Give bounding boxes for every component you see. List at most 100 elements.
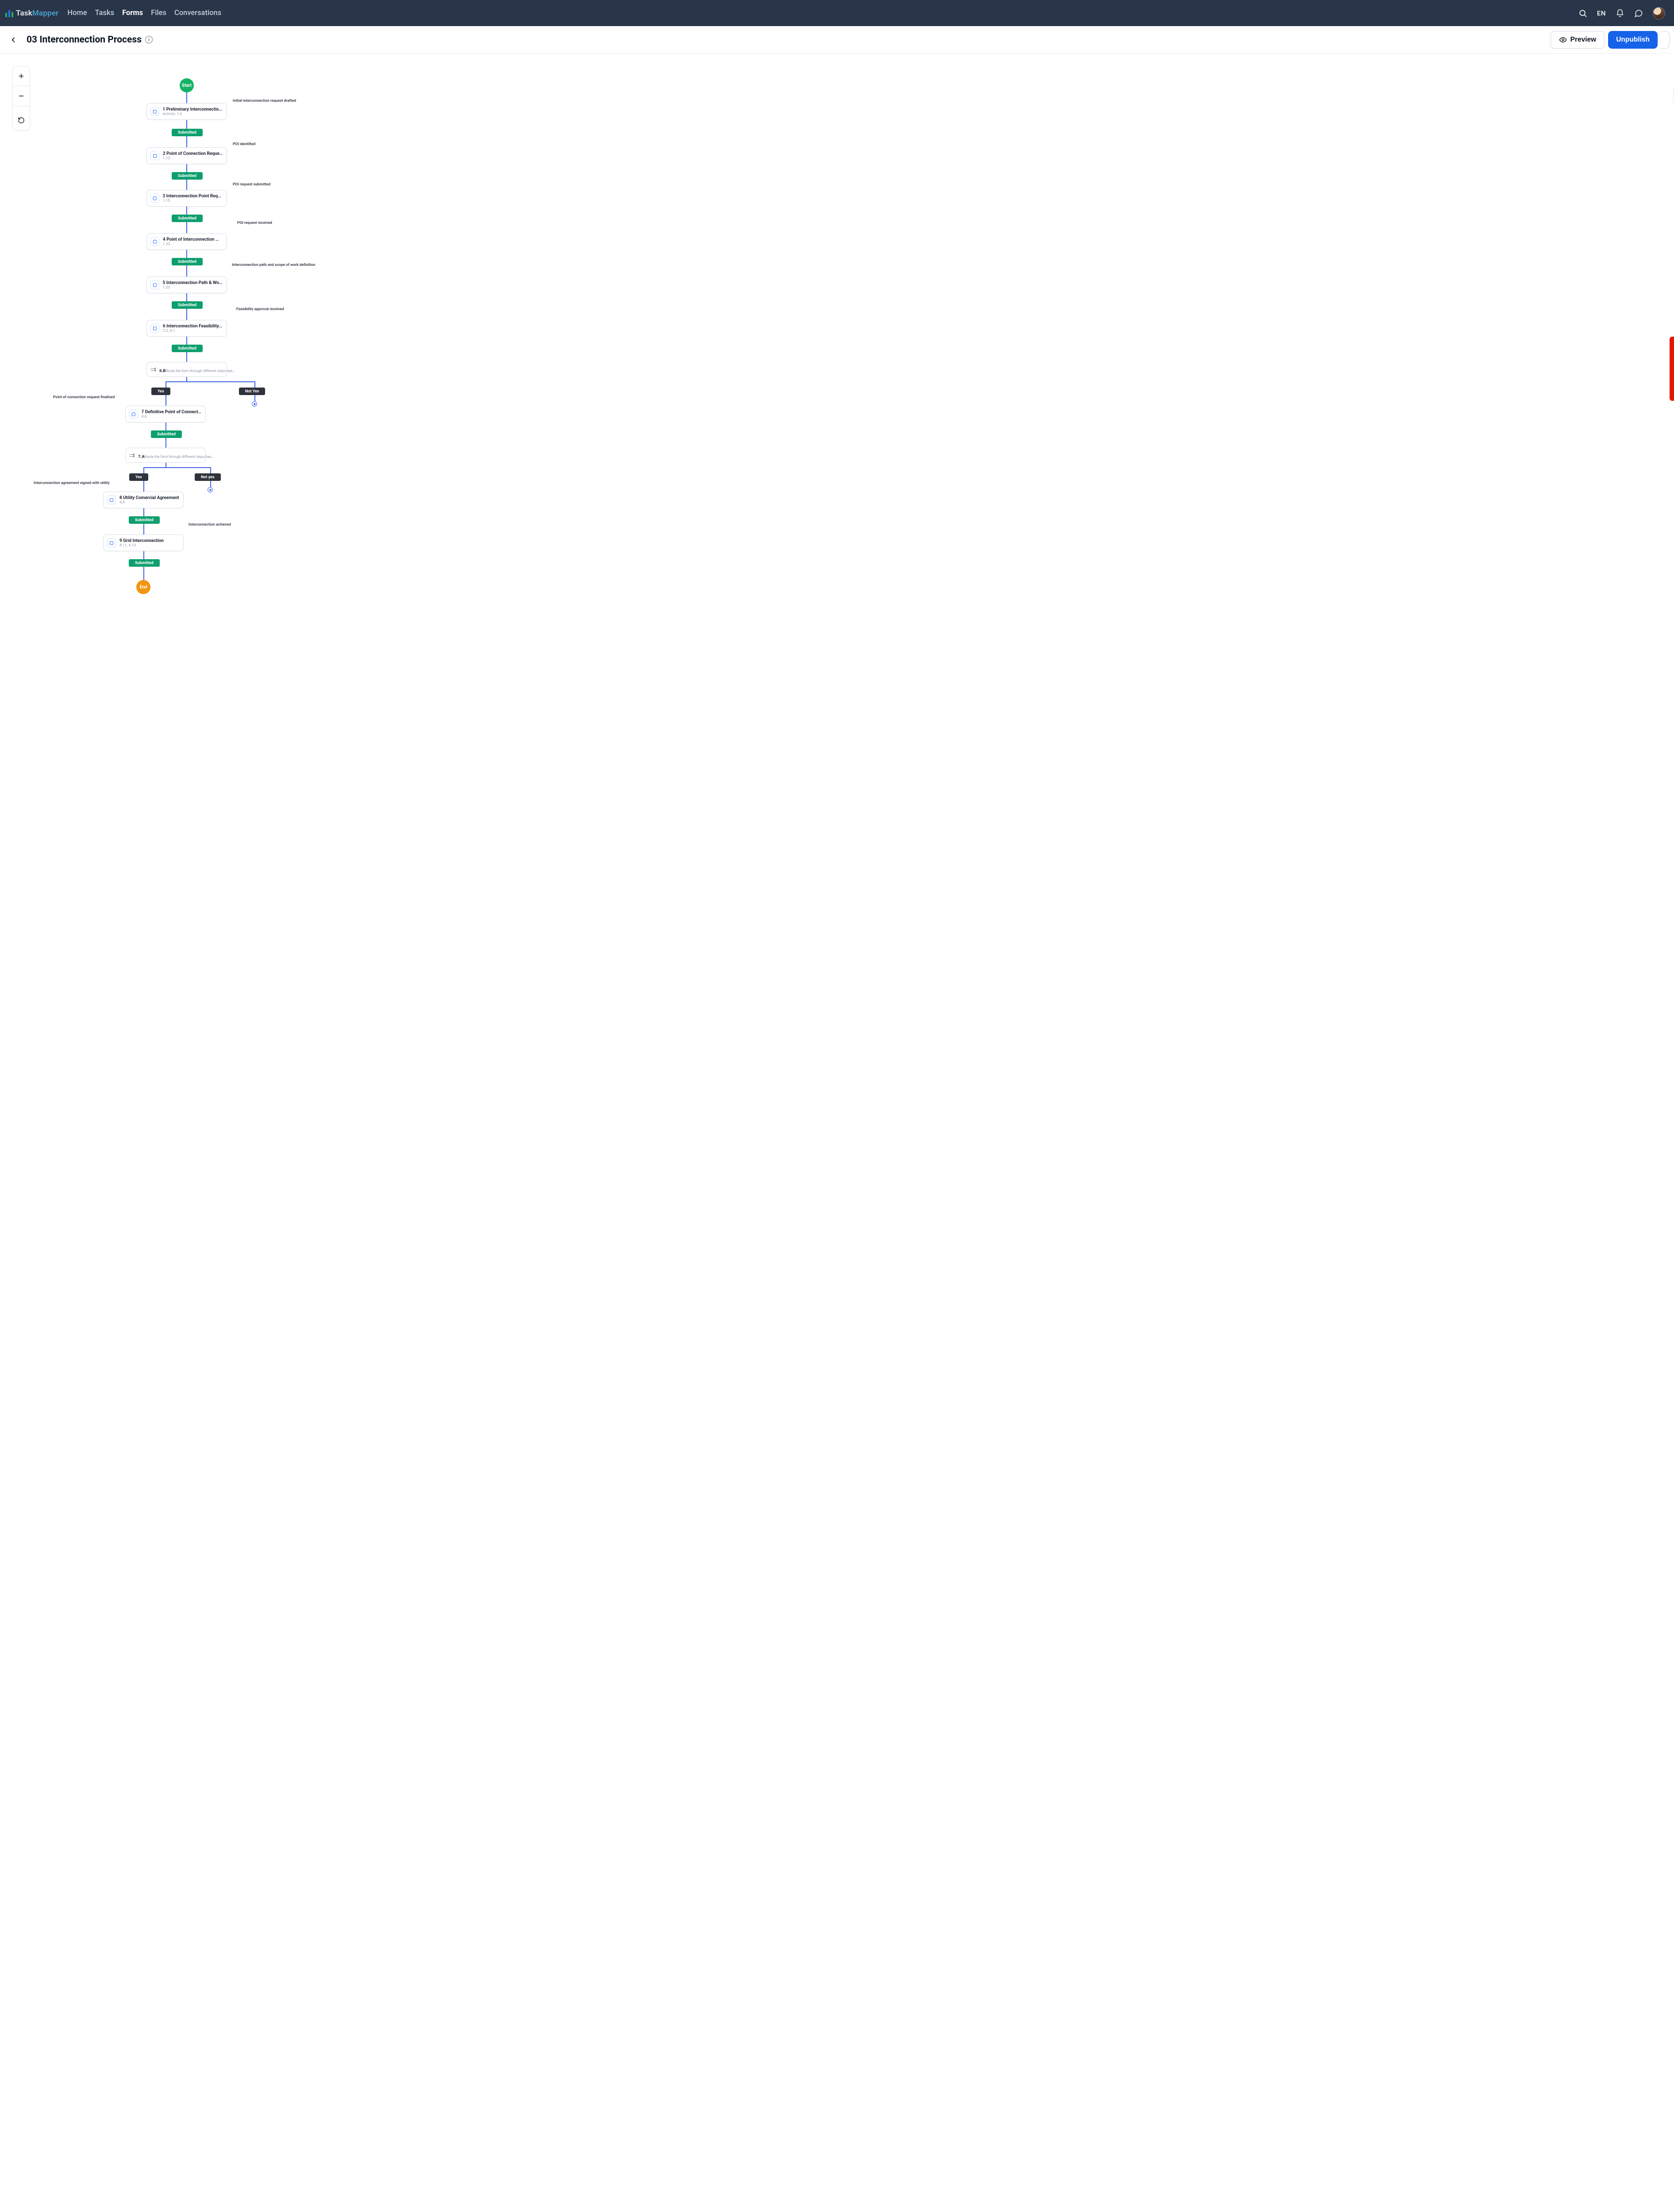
- form-icon: ▢: [150, 280, 159, 289]
- task-1-preliminary[interactable]: ▢ 1 Preliminary Interconnection …Activit…: [146, 103, 227, 120]
- connector: [165, 395, 166, 406]
- connector: [186, 352, 187, 362]
- note-poi-identified: POI identified: [233, 142, 255, 146]
- more-menu-button[interactable]: [1660, 31, 1670, 49]
- form-icon: ▢: [150, 324, 159, 333]
- connector: [186, 265, 187, 276]
- add-node-button[interactable]: [208, 487, 213, 492]
- connector: [143, 567, 144, 580]
- branch-yes[interactable]: Yes: [151, 388, 170, 395]
- nav-conversations[interactable]: Conversations: [174, 9, 221, 17]
- add-node-button[interactable]: [252, 401, 257, 407]
- form-icon: ▢: [150, 194, 159, 203]
- nav-actions: EN: [1578, 7, 1665, 19]
- unpublish-button[interactable]: Unpublish: [1608, 31, 1658, 49]
- connector: [165, 438, 166, 448]
- search-icon[interactable]: [1578, 9, 1587, 18]
- end-node[interactable]: End: [136, 580, 150, 594]
- connector: [186, 164, 187, 172]
- connector: [143, 481, 144, 492]
- connector: [186, 250, 187, 258]
- note-poi-req-received: POI request received: [237, 221, 272, 225]
- form-icon: ▢: [107, 538, 116, 547]
- task-6-feasibility[interactable]: ▢ 6 Interconnection Feasibility …2.2, 4.…: [146, 320, 227, 337]
- task-7-definitive-poc[interactable]: ▢ 7 Definitive Point of Connection …4.6: [125, 406, 206, 422]
- form-icon: ▢: [107, 495, 116, 504]
- task-2-poc-request[interactable]: ▢ 2 Point of Connection Request1.12: [146, 147, 227, 164]
- note-poc-finalized: Point of connection request finalized: [53, 395, 115, 399]
- task-4-poi[interactable]: ▢ 4 Point of Interconnection …1.22: [146, 233, 227, 250]
- brand-text: TaskMapper: [16, 9, 58, 18]
- status-submitted: Submitted: [172, 172, 203, 180]
- nav-files[interactable]: Files: [151, 9, 166, 17]
- note-poi-req-submitted: POI request submitted: [233, 182, 270, 187]
- connector: [254, 395, 255, 401]
- status-submitted: Submitted: [129, 516, 160, 524]
- task-9-grid[interactable]: ▢ 9 Grid Interconnection4.11, 4.13: [103, 534, 184, 551]
- task-3-ip-request[interactable]: ▢ 3 Interconnection Point Request1.15: [146, 190, 227, 207]
- status-submitted: Submitted: [151, 430, 182, 438]
- connector: [143, 524, 144, 534]
- form-icon: ▢: [150, 107, 159, 116]
- top-nav: TaskMapper Home Tasks Forms Files Conver…: [0, 0, 1674, 26]
- form-icon: ▢: [129, 410, 138, 419]
- connector: [143, 508, 144, 516]
- branch-icon: ⫤: [150, 365, 156, 374]
- nav-home[interactable]: Home: [67, 9, 87, 17]
- back-button[interactable]: [4, 30, 23, 50]
- connector: [143, 467, 144, 473]
- form-icon: ▢: [150, 151, 159, 160]
- branch-yes-7a[interactable]: Yes: [129, 473, 148, 481]
- branch-not-yes-7a[interactable]: Not yes: [195, 473, 221, 481]
- start-node[interactable]: Start: [180, 78, 194, 92]
- connector: [186, 309, 187, 320]
- status-submitted: Submitted: [129, 559, 160, 567]
- task-8-agreement[interactable]: ▢ 8 Utility Comercial Agreement4.8: [103, 492, 184, 508]
- status-submitted: Submitted: [172, 129, 203, 136]
- connector: [210, 467, 211, 473]
- task-5-path-works[interactable]: ▢ 5 Interconnection Path & Works …1.23: [146, 276, 227, 293]
- nav-forms[interactable]: Forms: [122, 9, 143, 17]
- status-submitted: Submitted: [172, 345, 203, 352]
- preview-button[interactable]: Preview: [1551, 31, 1605, 49]
- connector: [143, 551, 144, 559]
- page-toolbar: 03 Interconnection Process i Preview Unp…: [0, 26, 1674, 54]
- note-path-scope: Interconnection path and scope of work d…: [232, 263, 316, 267]
- info-icon[interactable]: i: [145, 36, 153, 43]
- connector: [186, 207, 187, 215]
- connector: [165, 463, 166, 467]
- note-feasibility: Feasibility approval received: [236, 307, 284, 311]
- bell-icon[interactable]: [1616, 9, 1624, 18]
- connector: [186, 222, 187, 233]
- brand-logo-icon: [5, 9, 13, 17]
- brand[interactable]: TaskMapper: [5, 9, 58, 18]
- connector: [186, 136, 187, 147]
- status-submitted: Submitted: [172, 258, 203, 265]
- flow-canvas[interactable]: Start Initial interconnection request dr…: [0, 54, 1674, 646]
- note-interconnection-achieved: Interconnection achieved: [189, 522, 231, 527]
- chat-icon[interactable]: [1634, 9, 1643, 18]
- connector: [165, 381, 255, 382]
- language-switch[interactable]: EN: [1597, 9, 1606, 17]
- branch-icon: ⫤: [129, 451, 135, 460]
- page-title: 03 Interconnection Process i: [27, 35, 153, 45]
- connector: [186, 180, 187, 190]
- nav-tasks[interactable]: Tasks: [95, 9, 114, 17]
- status-submitted: Submitted: [172, 301, 203, 309]
- connector: [165, 381, 166, 388]
- connector: [186, 337, 187, 345]
- connector: [254, 381, 255, 388]
- connector: [210, 481, 211, 487]
- note-agreement-signed: Interconnection agreement signed with ut…: [34, 481, 110, 485]
- router-6b[interactable]: ⫤ 6.BRoute the form through different st…: [146, 362, 227, 377]
- branch-not-yes[interactable]: Not Yes: [239, 388, 265, 395]
- connector: [186, 92, 187, 103]
- connector: [186, 120, 187, 129]
- avatar[interactable]: [1653, 7, 1665, 19]
- form-icon: ▢: [150, 237, 159, 246]
- status-submitted: Submitted: [172, 215, 203, 222]
- connector: [143, 467, 211, 468]
- note-initial-request: Initial interconnection request drafted: [233, 99, 296, 103]
- side-alert-tab[interactable]: [1670, 337, 1674, 401]
- router-7a[interactable]: ⫤ 7.ARoute the form through different st…: [125, 448, 206, 463]
